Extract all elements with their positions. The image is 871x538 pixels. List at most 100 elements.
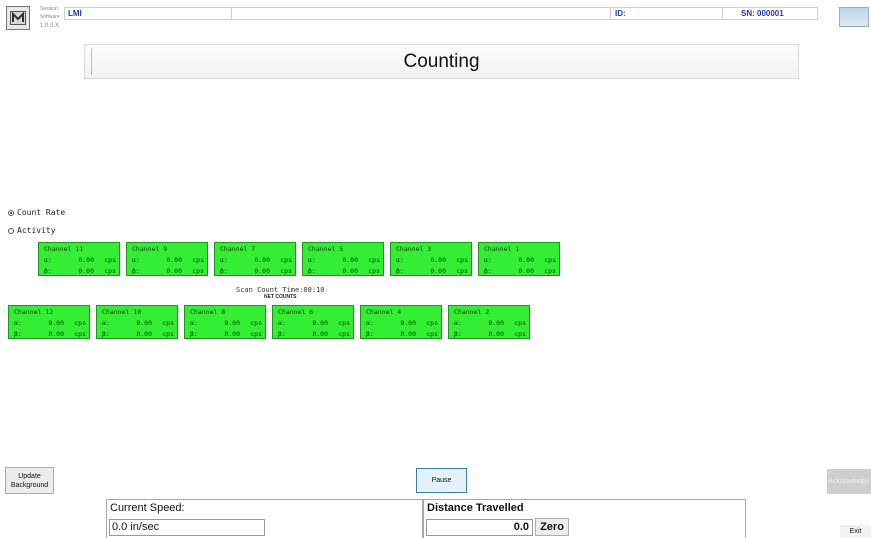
beta-value: 0.00 — [518, 267, 534, 275]
header-divider — [722, 8, 723, 19]
channel-box: Channel 9 α: 0.00 cps β: 0.00 cps — [126, 242, 208, 276]
alpha-value: 0.00 — [518, 256, 534, 264]
beta-unit: cps — [162, 330, 174, 338]
version-caption: 1.0.0.X — [40, 23, 60, 29]
beta-unit: cps — [74, 330, 86, 338]
current-speed-panel: Current Speed: 0.0 in/sec — [106, 499, 423, 538]
alpha-symbol: α: — [278, 319, 286, 327]
alpha-value: 0.00 — [48, 319, 64, 327]
channel-box: Channel 6 α: 0.00 cps β: 0.00 cps — [272, 305, 354, 339]
beta-symbol: β: — [308, 267, 316, 275]
channel-box: Channel 2 α: 0.00 cps β: 0.00 cps — [448, 305, 530, 339]
alpha-symbol: α: — [484, 256, 492, 264]
channel-box: Channel 7 α: 0.00 cps β: 0.00 cps — [214, 242, 296, 276]
channel-name: Channel 4 — [366, 308, 402, 316]
radio-unselected-icon[interactable] — [8, 227, 14, 234]
radio-selected-icon[interactable] — [8, 209, 14, 216]
beta-symbol: β: — [278, 330, 286, 338]
beta-symbol: β: — [366, 330, 374, 338]
count-rate-label: Count Rate — [17, 208, 66, 217]
activity-label: Activity — [17, 226, 56, 235]
beta-symbol: β: — [44, 267, 52, 275]
alpha-unit: cps — [544, 256, 556, 264]
device-status-icon[interactable] — [839, 7, 869, 27]
channel-box: Channel 11 α: 0.00 cps β: 0.00 cps — [38, 242, 120, 276]
logo-icon — [10, 11, 26, 25]
alpha-symbol: α: — [366, 319, 374, 327]
alpha-symbol: α: — [190, 319, 198, 327]
alpha-unit: cps — [368, 256, 380, 264]
alpha-unit: cps — [338, 319, 350, 327]
update-background-button[interactable]: Update Background — [5, 467, 54, 494]
alpha-value: 0.00 — [254, 256, 270, 264]
distance-panel: Distance Travelled 0.0 Zero — [423, 499, 746, 538]
beta-value: 0.00 — [78, 267, 94, 275]
channel-name: Channel 5 — [308, 245, 344, 253]
alpha-symbol: α: — [14, 319, 22, 327]
channel-box: Channel 4 α: 0.00 cps β: 0.00 cps — [360, 305, 442, 339]
alpha-symbol: α: — [396, 256, 404, 264]
alpha-symbol: α: — [308, 256, 316, 264]
channel-name: Channel 9 — [132, 245, 168, 253]
alpha-value: 0.00 — [342, 256, 358, 264]
beta-symbol: β: — [132, 267, 140, 275]
software-caption: Software — [40, 14, 60, 20]
net-counts-label: NET COUNTS — [264, 294, 297, 300]
distance-label: Distance Travelled — [427, 502, 524, 514]
alpha-value: 0.00 — [312, 319, 328, 327]
channel-name: Channel 8 — [190, 308, 226, 316]
activity-radio[interactable]: Activity — [8, 226, 56, 235]
alpha-value: 0.00 — [400, 319, 416, 327]
alpha-value: 0.00 — [136, 319, 152, 327]
alpha-symbol: α: — [220, 256, 228, 264]
alpha-symbol: α: — [44, 256, 52, 264]
alpha-unit: cps — [456, 256, 468, 264]
beta-unit: cps — [514, 330, 526, 338]
channel-box: Channel 10 α: 0.00 cps β: 0.00 cps — [96, 305, 178, 339]
beta-unit: cps — [192, 267, 204, 275]
alpha-symbol: α: — [454, 319, 462, 327]
alpha-unit: cps — [426, 319, 438, 327]
current-speed-field: 0.0 in/sec — [109, 519, 265, 536]
pause-button[interactable]: Pause — [416, 468, 467, 493]
alpha-symbol: α: — [132, 256, 140, 264]
alpha-value: 0.00 — [166, 256, 182, 264]
title-panel: Counting — [84, 44, 799, 79]
channel-name: Channel 12 — [14, 308, 54, 316]
app-logo — [6, 6, 30, 30]
channel-name: Channel 10 — [102, 308, 142, 316]
beta-unit: cps — [338, 330, 350, 338]
beta-unit: cps — [426, 330, 438, 338]
count-rate-radio[interactable]: Count Rate — [8, 208, 65, 217]
beta-unit: cps — [456, 267, 468, 275]
serial-number: SN: 000001 — [741, 9, 784, 18]
alpha-value: 0.00 — [430, 256, 446, 264]
beta-value: 0.00 — [166, 267, 182, 275]
beta-value: 0.00 — [224, 330, 240, 338]
beta-value: 0.00 — [312, 330, 328, 338]
alpha-unit: cps — [192, 256, 204, 264]
beta-symbol: β: — [14, 330, 22, 338]
exit-button[interactable]: Exit — [840, 525, 871, 538]
beta-value: 0.00 — [136, 330, 152, 338]
beta-unit: cps — [368, 267, 380, 275]
channel-name: Channel 11 — [44, 245, 84, 253]
channel-name: Channel 3 — [396, 245, 432, 253]
acknowledge-button[interactable]: Acknowledge — [827, 469, 871, 494]
session-name: LMI — [68, 9, 82, 18]
beta-value: 0.00 — [48, 330, 64, 338]
beta-value: 0.00 — [430, 267, 446, 275]
beta-symbol: β: — [484, 267, 492, 275]
alpha-unit: cps — [280, 256, 292, 264]
alpha-unit: cps — [250, 319, 262, 327]
channel-name: Channel 7 — [220, 245, 256, 253]
beta-symbol: β: — [454, 330, 462, 338]
zero-button[interactable]: Zero — [535, 518, 569, 536]
scan-count-time: Scan Count Time:00:10 — [236, 286, 325, 294]
channel-box: Channel 3 α: 0.00 cps β: 0.00 cps — [390, 242, 472, 276]
current-speed-label: Current Speed: — [110, 502, 185, 514]
header-bar: LMI ID: SN: 000001 — [64, 7, 818, 20]
alpha-symbol: α: — [102, 319, 110, 327]
session-caption: Session: — [40, 6, 60, 12]
beta-symbol: β: — [220, 267, 228, 275]
